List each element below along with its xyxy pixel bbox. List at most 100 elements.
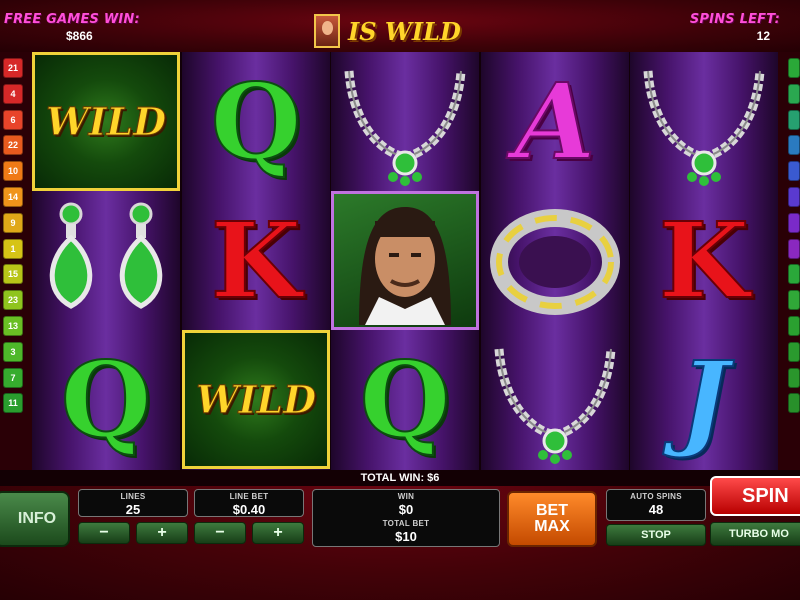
turbo-mode-button[interactable]: TURBO MO	[710, 522, 800, 546]
reel-1: WILD Q	[32, 52, 180, 470]
wild-banner-text: IS WILD	[348, 16, 461, 46]
wild-symbol: WILD	[182, 330, 330, 469]
payline-indicator-right	[788, 109, 800, 130]
reel-2: Q K WILD	[182, 52, 330, 470]
q-symbol-label: Q	[359, 337, 452, 461]
lines-decrease-button[interactable]: −	[78, 522, 130, 544]
a-symbol: A	[481, 52, 629, 191]
payline-indicator-right	[788, 264, 800, 285]
payline-indicator-left: 15	[3, 264, 23, 285]
bet-max-line1: BET	[536, 502, 568, 519]
line-bet-display: LINE BET $0.40	[194, 489, 304, 517]
wild-symbol-label: WILD	[45, 99, 167, 145]
payline-indicator-left: 11	[3, 393, 23, 414]
payline-indicator-right	[788, 315, 800, 336]
payline-indicator-right	[788, 290, 800, 311]
stop-button[interactable]: STOP	[606, 524, 706, 546]
lines-display: LINES 25	[78, 489, 188, 517]
auto-spins-label: AUTO SPINS	[630, 492, 682, 501]
payline-indicator-left: 1	[3, 238, 23, 259]
emerald-necklace-icon	[643, 70, 765, 186]
spins-left-value: 12	[756, 29, 770, 43]
q-symbol-label: Q	[60, 337, 153, 461]
payline-indicator-right	[788, 186, 800, 207]
payline-indicator-left: 6	[3, 109, 23, 130]
hero-portrait-symbol	[331, 191, 479, 330]
payline-indicator-left: 23	[3, 290, 23, 311]
line-bet-increase-button[interactable]: +	[252, 522, 304, 544]
q-symbol: Q	[182, 52, 330, 191]
k-symbol-label: K	[658, 198, 750, 322]
lines-label: LINES	[120, 492, 146, 501]
q-symbol-label: Q	[210, 59, 303, 183]
free-games-value: $866	[66, 29, 93, 43]
wild-symbol: WILD	[32, 52, 180, 191]
bet-max-line2: MAX	[534, 518, 570, 535]
spins-left-label: SPINS LEFT:	[689, 12, 780, 27]
payline-indicator-right	[788, 83, 800, 104]
reel-3: Q	[331, 52, 479, 470]
wild-portrait-icon	[314, 14, 340, 48]
j-symbol: J	[630, 330, 778, 469]
payline-indicator-left: 21	[3, 58, 23, 78]
line-bet-decrease-button[interactable]: −	[194, 522, 246, 544]
payline-indicator-right	[788, 393, 800, 414]
payline-indicator-left: 13	[3, 315, 23, 336]
spins-left: SPINS LEFT: 12	[630, 12, 780, 43]
lines-value: 25	[125, 502, 141, 517]
auto-spins-value: 48	[648, 502, 664, 517]
emerald-necklace-icon	[494, 348, 616, 464]
a-symbol-label: A	[514, 59, 597, 183]
win-label: WIN	[397, 492, 415, 501]
gold-bangle-icon	[490, 208, 620, 315]
spin-button[interactable]: SPIN	[710, 476, 800, 516]
payline-indicator-left: 7	[3, 367, 23, 388]
bangle-symbol	[481, 191, 629, 330]
payline-indicator-left: 9	[3, 212, 23, 233]
man-portrait-icon	[359, 206, 451, 325]
line-bet-value: $0.40	[232, 502, 266, 517]
emerald-necklace-symbol	[331, 52, 479, 191]
free-games-win: FREE GAMES WIN: $866	[4, 12, 174, 43]
k-symbol-label: K	[210, 198, 302, 322]
total-bet-label: TOTAL BET	[382, 519, 430, 528]
top-bar: FREE GAMES WIN: $866 IS WILD SPINS LEFT:…	[0, 0, 800, 52]
payline-indicators-right	[788, 58, 800, 419]
k-symbol: K	[630, 191, 778, 330]
free-games-label: FREE GAMES WIN:	[4, 12, 140, 27]
payline-indicator-right	[788, 161, 800, 182]
payline-indicator-left: 4	[3, 83, 23, 104]
payline-indicator-left: 10	[3, 161, 23, 182]
lines-increase-button[interactable]: +	[136, 522, 188, 544]
bet-max-button[interactable]: BET MAX	[507, 491, 597, 547]
total-bet-value: $10	[395, 529, 417, 544]
payline-indicator-right	[788, 367, 800, 388]
payline-indicator-left: 14	[3, 186, 23, 207]
reel-4: A	[481, 52, 629, 470]
q-symbol: Q	[331, 330, 479, 469]
payline-indicator-left: 22	[3, 135, 23, 156]
emerald-necklace-symbol	[481, 330, 629, 469]
reels-area: WILD Q Q K WILD Q A K J	[32, 52, 778, 470]
emerald-earrings-icon	[49, 202, 163, 309]
reel-5: K J	[630, 52, 778, 470]
emerald-necklace-symbol	[630, 52, 778, 191]
line-bet-label: LINE BET	[229, 492, 269, 501]
payline-indicator-right	[788, 58, 800, 78]
payline-indicator-right	[788, 135, 800, 156]
emerald-earrings-symbol	[32, 191, 180, 330]
win-bet-display: WIN $0 TOTAL BET $10	[312, 489, 500, 547]
auto-spins-display: AUTO SPINS 48	[606, 489, 706, 521]
k-symbol: K	[182, 191, 330, 330]
payline-indicator-right	[788, 238, 800, 259]
total-win-text: TOTAL WIN: $6	[360, 472, 440, 484]
q-symbol: Q	[32, 330, 180, 469]
win-value: $0	[398, 502, 414, 517]
emerald-necklace-icon	[344, 70, 466, 186]
wild-symbol-label: WILD	[195, 377, 317, 423]
payline-indicator-right	[788, 341, 800, 362]
payline-indicator-right	[788, 212, 800, 233]
j-symbol-label: J	[678, 337, 729, 461]
info-button[interactable]: INFO	[0, 491, 70, 547]
payline-indicator-left: 3	[3, 341, 23, 362]
